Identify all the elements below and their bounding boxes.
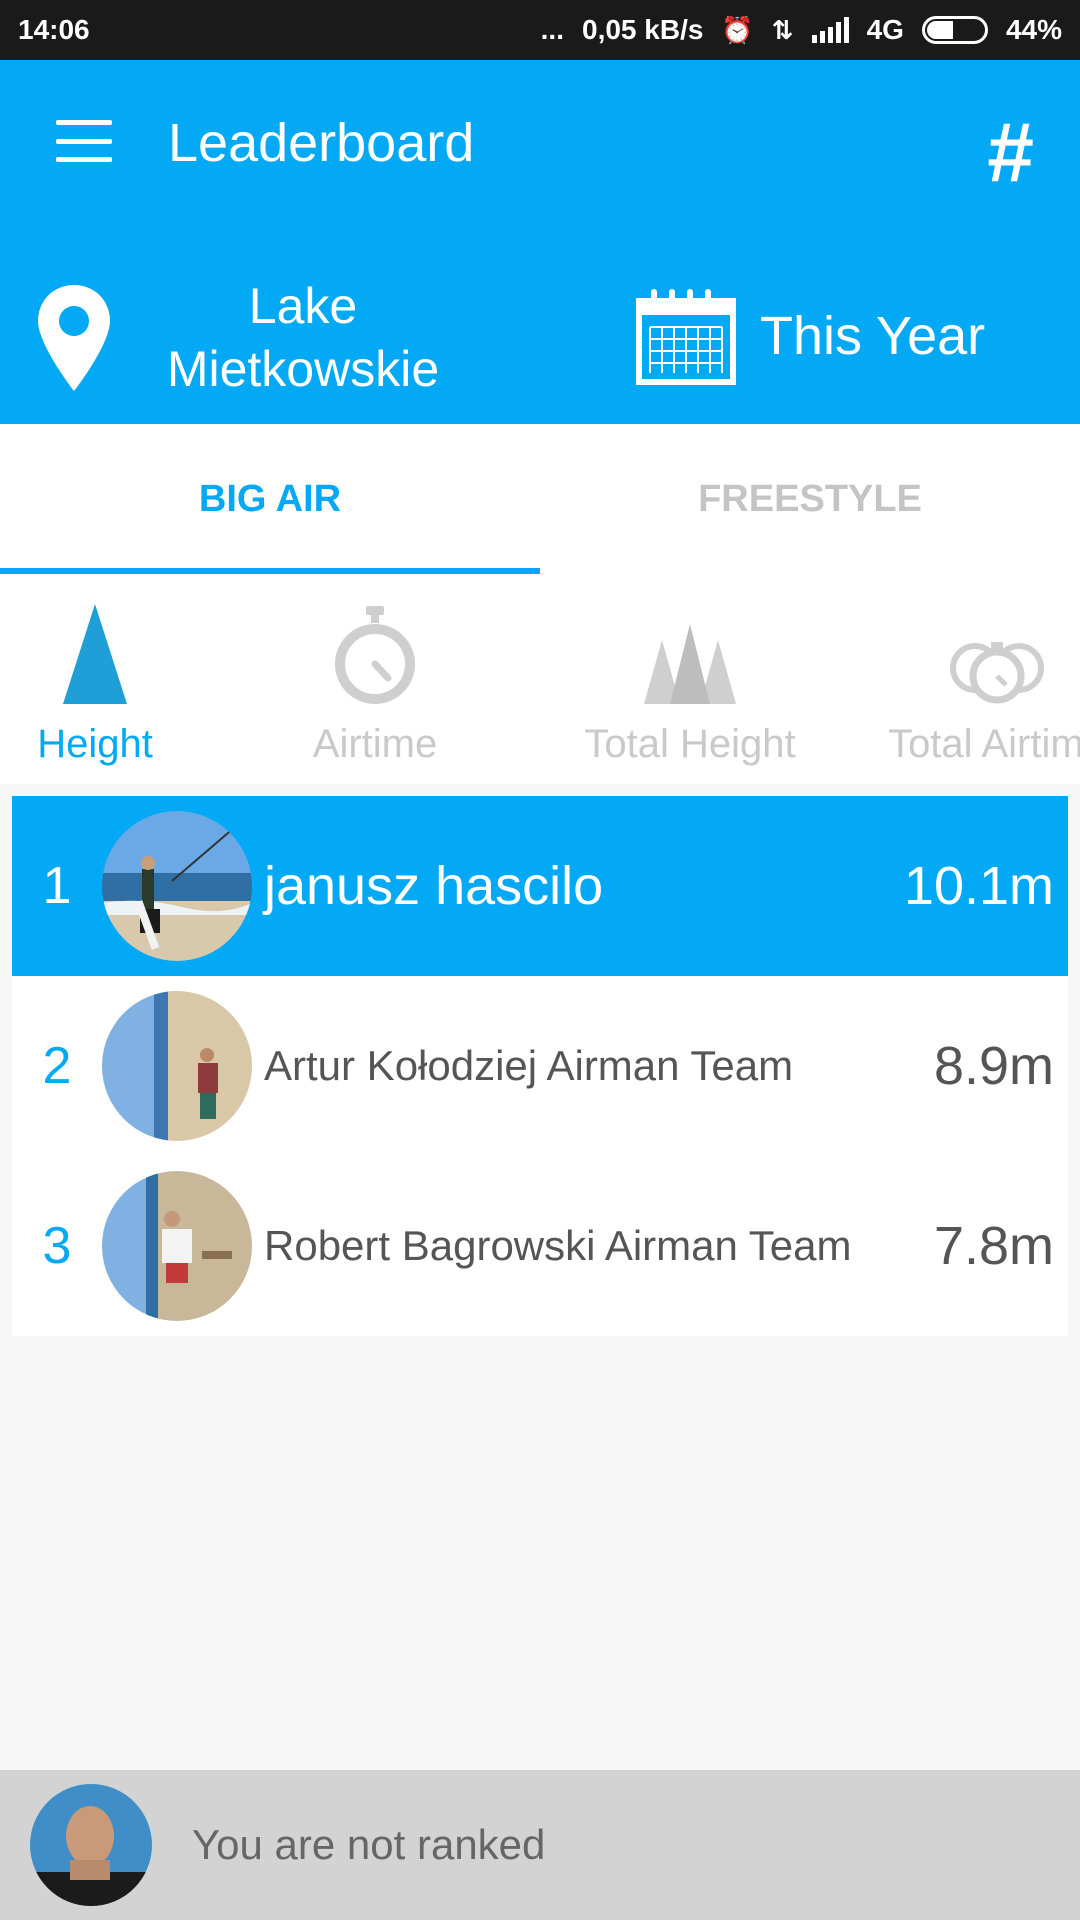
status-speed: 0,05 kB/s xyxy=(582,14,704,45)
user-avatar xyxy=(30,1784,152,1906)
metric-selector: Height Airtime Total Height Total Airtim xyxy=(0,574,1080,784)
athlete-name: Robert Bagrowski Airman Team xyxy=(264,1222,852,1269)
score-value: 8.9m xyxy=(933,1036,1054,1096)
menu-icon[interactable] xyxy=(56,120,112,162)
battery-icon xyxy=(921,16,988,44)
page-title: Leaderboard xyxy=(168,113,475,173)
location-label: Lake Mietkowskie xyxy=(166,278,440,397)
metric-total-height[interactable]: Total Height xyxy=(570,594,810,774)
location-pin-icon xyxy=(38,285,110,391)
data-transfer-icon: ⇅ xyxy=(771,14,794,45)
status-time: 14:06 xyxy=(18,14,90,45)
rank-number: 3 xyxy=(42,1217,72,1275)
status-bar: 14:06 ... 0,05 kB/s ⏰ ⇅ 4G 44% xyxy=(0,0,1080,60)
score-value: 7.8m xyxy=(933,1216,1054,1276)
calendar-icon xyxy=(636,289,736,385)
my-rank-bar[interactable]: You are not ranked xyxy=(0,1770,1080,1920)
status-dots: ... xyxy=(540,14,564,45)
period-selector[interactable]: This Year xyxy=(636,276,985,396)
leaderboard-list: 1 janusz hascilo 10.1m 2 Artur Kołodziej… xyxy=(12,796,1068,1336)
status-indicators: ... 0,05 kB/s ⏰ ⇅ 4G 44% xyxy=(541,14,1062,46)
avatar xyxy=(102,811,252,961)
rank-number: 1 xyxy=(42,857,72,915)
tab-freestyle[interactable]: FREESTYLE xyxy=(540,424,1080,574)
alarm-icon: ⏰ xyxy=(721,14,754,45)
triangle-icon xyxy=(63,604,127,704)
score-value: 10.1m xyxy=(903,856,1054,916)
metric-label: Total Height xyxy=(584,722,796,766)
tab-big-air[interactable]: BIG AIR xyxy=(0,424,540,574)
metric-height[interactable]: Height xyxy=(30,594,160,774)
discipline-tabs: BIG AIR FREESTYLE xyxy=(0,424,1080,574)
leaderboard-row[interactable]: 1 janusz hascilo 10.1m xyxy=(12,796,1068,976)
avatar xyxy=(102,1171,252,1321)
period-label: This Year xyxy=(760,306,986,366)
status-battery: 44% xyxy=(1005,14,1062,45)
hashtag-button[interactable]: # xyxy=(987,104,1034,201)
location-selector[interactable]: Lake Mietkowskie xyxy=(36,268,516,408)
stopwatch-icon xyxy=(335,606,415,704)
athlete-name: Artur Kołodziej Airman Team xyxy=(264,1042,794,1089)
metric-label: Height xyxy=(37,722,153,766)
metric-label: Total Airtime xyxy=(888,722,1080,766)
mountains-icon xyxy=(644,624,736,704)
app-bar: Leaderboard # Lake Mietkowskie This Year xyxy=(0,60,1080,424)
signal-icon xyxy=(811,17,849,43)
metric-airtime[interactable]: Airtime xyxy=(300,594,450,774)
avatar xyxy=(102,991,252,1141)
not-ranked-label: You are not ranked xyxy=(192,1821,546,1868)
status-network: 4G xyxy=(866,14,904,45)
metric-label: Airtime xyxy=(312,722,438,766)
rank-number: 2 xyxy=(42,1037,72,1095)
metric-total-airtime[interactable]: Total Airtime xyxy=(872,594,1080,774)
stopwatches-icon xyxy=(950,642,1044,704)
athlete-name: janusz hascilo xyxy=(264,856,604,916)
leaderboard-row[interactable]: 3 Robert Bagrowski Airman Team 7.8m xyxy=(12,1156,1068,1336)
leaderboard-row[interactable]: 2 Artur Kołodziej Airman Team 8.9m xyxy=(12,976,1068,1156)
